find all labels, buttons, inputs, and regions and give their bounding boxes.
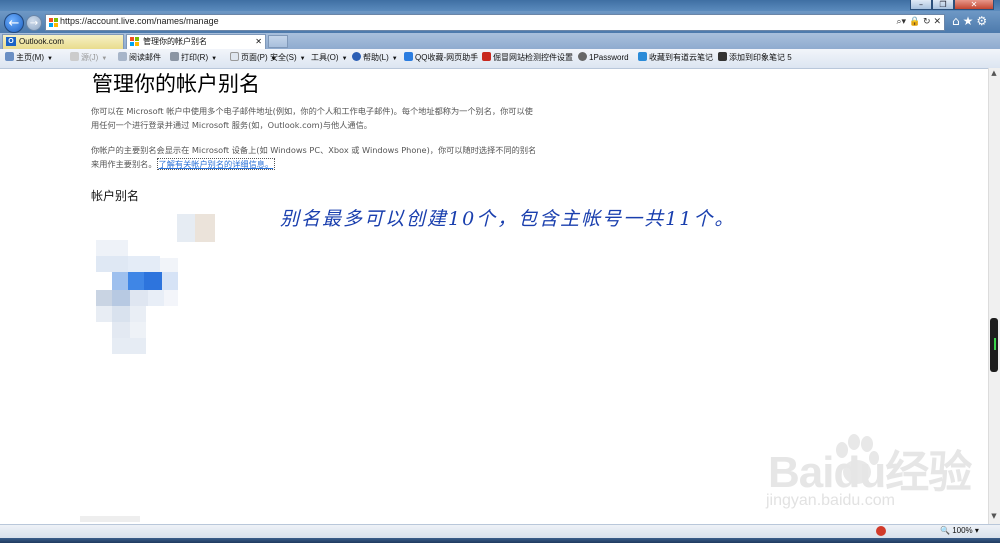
new-tab-button[interactable] [268, 35, 288, 48]
cmd-qq-favorites[interactable]: QQ收藏-网页助手 [404, 52, 478, 63]
cmd-youdao-note[interactable]: 收藏到有道云笔记 [638, 52, 713, 63]
help-icon [352, 52, 361, 61]
search-icon[interactable]: ⌕ [897, 17, 902, 27]
tab-outlook[interactable]: O Outlook.com [2, 34, 124, 49]
scrollbar[interactable] [988, 68, 1000, 524]
handwritten-annotation: 别名最多可以创建10个，包含主帐号一共11个。 [280, 208, 736, 230]
close-tab-icon[interactable]: ✕ [255, 35, 262, 48]
rss-icon [70, 52, 79, 61]
outlook-icon: O [6, 37, 16, 46]
page-icon [230, 52, 239, 61]
cmd-1password[interactable]: 1Password [578, 52, 629, 62]
learn-more-link[interactable]: 了解有关帐户别名的详细信息。 [156, 158, 276, 170]
cmd-safety[interactable]: 安全(S) ▼ [270, 52, 306, 63]
cmd-home[interactable]: 主页(M) ▼ [5, 52, 53, 63]
home-icon[interactable]: ⌂ [952, 14, 963, 28]
tab-manage-aliases[interactable]: 管理你的帐户别名 ✕ [126, 34, 266, 49]
microsoft-logo-icon [130, 37, 139, 46]
plugin-icon [482, 52, 491, 61]
refresh-icon[interactable]: ↻ [923, 17, 931, 27]
window-controls: – ❐ ✕ [910, 0, 994, 10]
back-button[interactable]: ← [4, 13, 24, 33]
home-icon [5, 52, 14, 61]
scroll-up-arrow-icon[interactable]: ▲ [989, 69, 999, 79]
cmd-tools[interactable]: 工具(O) ▼ [311, 52, 348, 63]
status-bar [0, 524, 1000, 539]
address-bar[interactable]: https://account.live.com/names/manage ⌕▾… [45, 14, 945, 31]
primary-alias-paragraph: 你帐户的主要别名会显示在 Microsoft 设备上(如 Windows PC、… [91, 145, 537, 170]
cmd-site-check[interactable]: 倔冒网站检测控件设置 [482, 52, 573, 63]
magnifier-icon: 🔍 [940, 526, 950, 535]
settings-gear-icon[interactable]: ⚙ [976, 14, 990, 28]
maximize-button[interactable]: ❐ [932, 0, 954, 10]
footer-fragment [80, 516, 140, 522]
cmd-read-mail[interactable]: 阅读邮件 [118, 52, 161, 63]
tab-label: Outlook.com [19, 37, 64, 46]
page-title: 管理你的帐户别名 [92, 72, 260, 96]
close-window-button[interactable]: ✕ [954, 0, 994, 10]
site-favicon-icon [49, 18, 58, 27]
lock-icon[interactable]: 🔒 [909, 17, 920, 27]
scrollbar-grip [994, 338, 996, 350]
evernote-icon [718, 52, 727, 61]
qq-icon [404, 52, 413, 61]
cmd-feeds[interactable]: 源(J) ▼ [70, 52, 107, 63]
scroll-down-arrow-icon[interactable]: ▼ [989, 512, 999, 522]
browser-right-icons: ⌂★⚙ [952, 14, 990, 28]
cmd-evernote[interactable]: 添加到印象笔记 5 [718, 52, 792, 63]
stop-icon[interactable]: ✕ [933, 17, 941, 27]
printer-icon [170, 52, 179, 61]
cmd-print[interactable]: 打印(R) ▼ [170, 52, 217, 63]
baidu-watermark-url: jingyan.baidu.com [766, 492, 895, 509]
1password-icon [578, 52, 587, 61]
address-url[interactable]: https://account.live.com/names/manage [60, 16, 219, 26]
address-actions: ⌕▾ 🔒 ↻ ✕ [896, 17, 942, 27]
intro-paragraph: 你可以在 Microsoft 帐户中使用多个电子邮件地址(例如，你的个人和工作电… [91, 106, 533, 130]
baidu-watermark: Baidu经验 [768, 448, 972, 497]
zoom-level[interactable]: 🔍 100% ▾ [940, 526, 979, 535]
adblock-icon[interactable] [876, 526, 886, 536]
favorites-star-icon[interactable]: ★ [963, 14, 977, 28]
mail-icon [118, 52, 127, 61]
aliases-section-title: 帐户别名 [91, 189, 140, 203]
youdao-icon [638, 52, 647, 61]
forward-button[interactable]: → [26, 15, 42, 31]
cmd-help[interactable]: 帮助(L) ▼ [352, 52, 398, 63]
window-titlebar [0, 0, 1000, 11]
tab-label: 管理你的帐户别名 [143, 37, 207, 46]
minimize-button[interactable]: – [910, 0, 932, 10]
taskbar [0, 538, 1000, 543]
